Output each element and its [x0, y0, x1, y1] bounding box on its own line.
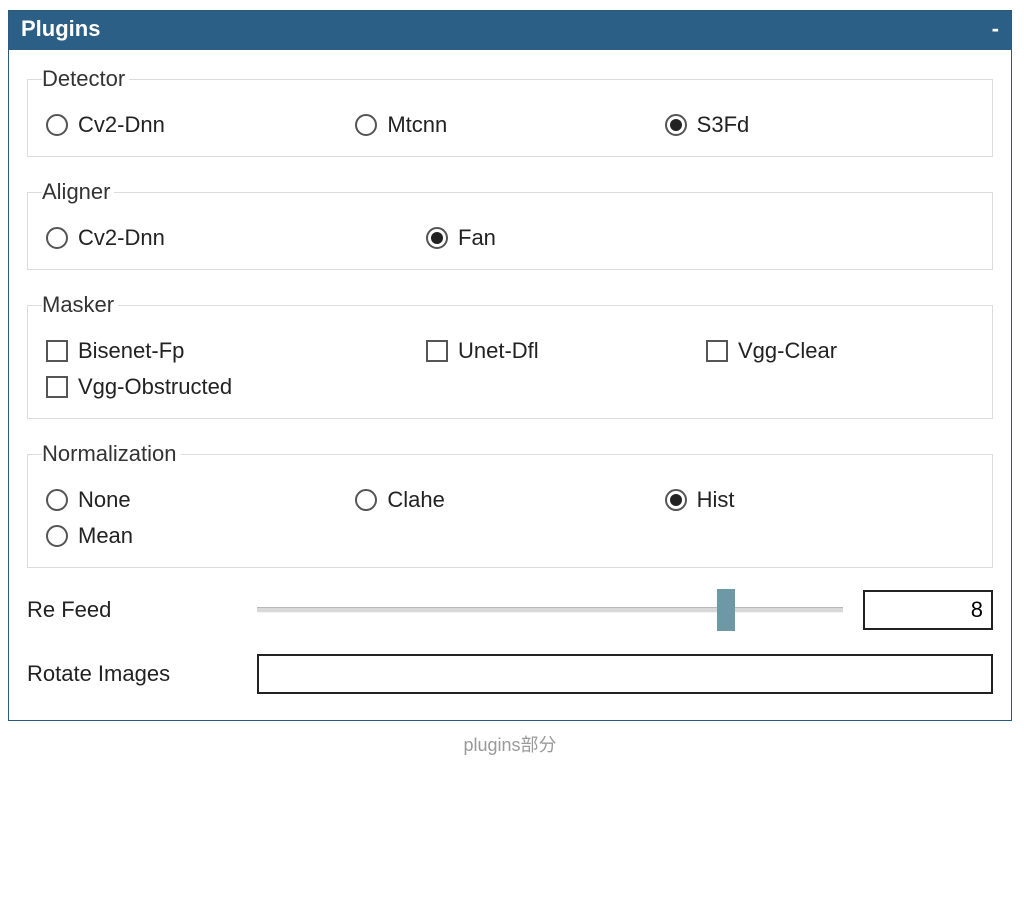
option-label: Mtcnn	[387, 112, 447, 138]
masker-option-vggclear[interactable]: Vgg-Clear	[706, 338, 974, 364]
masker-legend: Masker	[42, 292, 118, 318]
rotate-images-input[interactable]	[257, 654, 993, 694]
option-label: Cv2-Dnn	[78, 225, 165, 251]
checkbox-icon	[46, 340, 68, 362]
checkbox-icon	[46, 376, 68, 398]
radio-icon	[426, 227, 448, 249]
aligner-option-fan[interactable]: Fan	[426, 225, 974, 251]
rotate-images-label: Rotate Images	[27, 661, 257, 687]
option-label: Mean	[78, 523, 133, 549]
refeed-label: Re Feed	[27, 597, 257, 623]
option-label: None	[78, 487, 131, 513]
aligner-legend: Aligner	[42, 179, 114, 205]
normalization-legend: Normalization	[42, 441, 181, 467]
checkbox-icon	[706, 340, 728, 362]
panel-body: Detector Cv2-Dnn Mtcnn S3Fd	[9, 50, 1011, 720]
radio-icon	[355, 489, 377, 511]
minimize-button[interactable]: -	[992, 18, 999, 40]
masker-option-unetdfl[interactable]: Unet-Dfl	[426, 338, 706, 364]
detector-group: Detector Cv2-Dnn Mtcnn S3Fd	[27, 66, 993, 157]
detector-option-mtcnn[interactable]: Mtcnn	[355, 112, 664, 138]
masker-option-bisenetfp[interactable]: Bisenet-Fp	[46, 338, 426, 364]
radio-icon	[355, 114, 377, 136]
detector-option-s3fd[interactable]: S3Fd	[665, 112, 974, 138]
refeed-slider[interactable]	[257, 591, 843, 629]
option-label: Fan	[458, 225, 496, 251]
normalization-option-hist[interactable]: Hist	[665, 487, 974, 513]
option-label: Cv2-Dnn	[78, 112, 165, 138]
figure-caption: plugins部分	[8, 731, 1012, 757]
masker-option-vggobstructed[interactable]: Vgg-Obstructed	[46, 374, 426, 400]
option-label: S3Fd	[697, 112, 750, 138]
refeed-row: Re Feed	[27, 590, 993, 630]
radio-icon	[46, 114, 68, 136]
detector-legend: Detector	[42, 66, 129, 92]
option-label: Vgg-Clear	[738, 338, 837, 364]
normalization-group: Normalization None Clahe Hist	[27, 441, 993, 568]
refeed-input[interactable]	[863, 590, 993, 630]
radio-icon	[665, 489, 687, 511]
aligner-option-cv2dnn[interactable]: Cv2-Dnn	[46, 225, 426, 251]
radio-icon	[665, 114, 687, 136]
normalization-option-none[interactable]: None	[46, 487, 355, 513]
option-label: Hist	[697, 487, 735, 513]
checkbox-icon	[426, 340, 448, 362]
option-label: Vgg-Obstructed	[78, 374, 232, 400]
slider-track	[257, 607, 843, 613]
option-label: Bisenet-Fp	[78, 338, 184, 364]
panel-title: Plugins	[21, 16, 100, 42]
masker-group: Masker Bisenet-Fp Unet-Dfl Vgg-Clear	[27, 292, 993, 419]
rotate-images-row: Rotate Images	[27, 654, 993, 694]
normalization-option-mean[interactable]: Mean	[46, 523, 355, 549]
radio-icon	[46, 227, 68, 249]
option-label: Clahe	[387, 487, 444, 513]
normalization-option-clahe[interactable]: Clahe	[355, 487, 664, 513]
panel-titlebar: Plugins -	[9, 11, 1011, 50]
radio-icon	[46, 525, 68, 547]
detector-option-cv2dnn[interactable]: Cv2-Dnn	[46, 112, 355, 138]
option-label: Unet-Dfl	[458, 338, 539, 364]
slider-thumb[interactable]	[717, 589, 735, 631]
plugins-panel: Plugins - Detector Cv2-Dnn Mtcnn	[8, 10, 1012, 721]
radio-icon	[46, 489, 68, 511]
aligner-group: Aligner Cv2-Dnn Fan	[27, 179, 993, 270]
